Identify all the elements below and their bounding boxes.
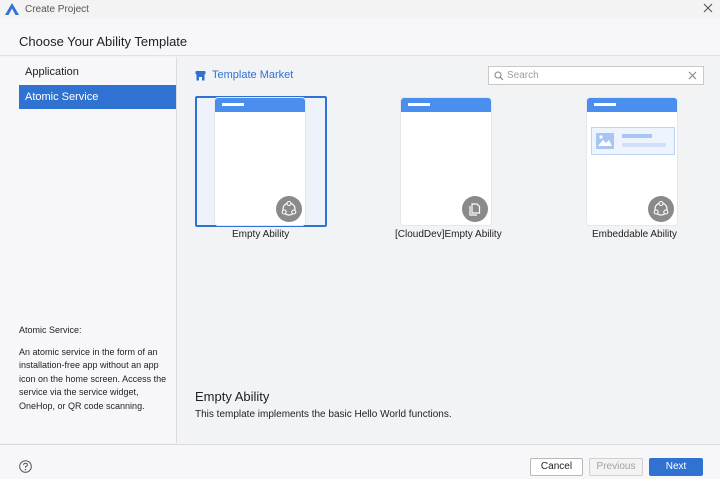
template-detail-title: Empty Ability	[195, 389, 270, 404]
category-description-text: An atomic service in the form of an inst…	[19, 346, 167, 411]
template-card-empty-ability[interactable]: Empty Ability	[195, 96, 355, 246]
next-button[interactable]: Next	[649, 458, 703, 476]
title-bar: Create Project	[0, 0, 720, 18]
deveco-logo-icon	[5, 3, 19, 15]
window-title: Create Project	[25, 3, 89, 15]
page-title: Choose Your Ability Template	[19, 34, 188, 49]
dialog-header: Choose Your Ability Template	[0, 18, 720, 56]
preview-text-line	[622, 134, 652, 138]
template-market-link[interactable]: Template Market	[195, 69, 293, 81]
sidebar-item-atomic-service[interactable]: Atomic Service	[19, 85, 176, 109]
preview-title-bar	[587, 98, 677, 112]
template-card-embeddable-ability[interactable]: Embeddable Ability	[567, 96, 720, 246]
template-panel: Template Market Empty Ability	[178, 57, 720, 443]
atomic-service-icon	[648, 196, 674, 222]
search-icon	[494, 70, 504, 80]
previous-button[interactable]: Previous	[589, 458, 643, 476]
cloud-copy-icon	[462, 196, 488, 222]
category-description-title: Atomic Service:	[19, 325, 82, 335]
search-input[interactable]	[507, 70, 688, 81]
atomic-service-icon	[276, 196, 302, 222]
template-label: Embeddable Ability	[592, 229, 678, 240]
category-description: Atomic Service: An atomic service in the…	[19, 324, 169, 413]
template-label: [CloudDev]Empty Ability	[395, 229, 502, 240]
preview-title-bar	[215, 98, 305, 112]
dialog-footer: Cancel Previous Next	[0, 444, 720, 479]
sidebar: Application Atomic Service Atomic Servic…	[0, 57, 177, 443]
template-market-label: Template Market	[212, 69, 294, 81]
template-label: Empty Ability	[232, 229, 290, 240]
template-detail-description: This template implements the basic Hello…	[195, 409, 452, 420]
image-icon	[596, 133, 614, 149]
search-box[interactable]	[488, 66, 704, 85]
template-card-clouddev-empty-ability[interactable]: [CloudDev]Empty Ability	[381, 96, 541, 246]
help-icon[interactable]	[19, 460, 32, 473]
store-icon	[195, 70, 206, 80]
preview-text-line	[622, 143, 666, 147]
clear-icon[interactable]	[688, 71, 697, 80]
close-icon[interactable]	[702, 2, 714, 14]
embedded-widget-preview	[591, 127, 675, 155]
cancel-button[interactable]: Cancel	[530, 458, 583, 476]
preview-title-bar	[401, 98, 491, 112]
sidebar-item-application[interactable]: Application	[19, 60, 176, 84]
